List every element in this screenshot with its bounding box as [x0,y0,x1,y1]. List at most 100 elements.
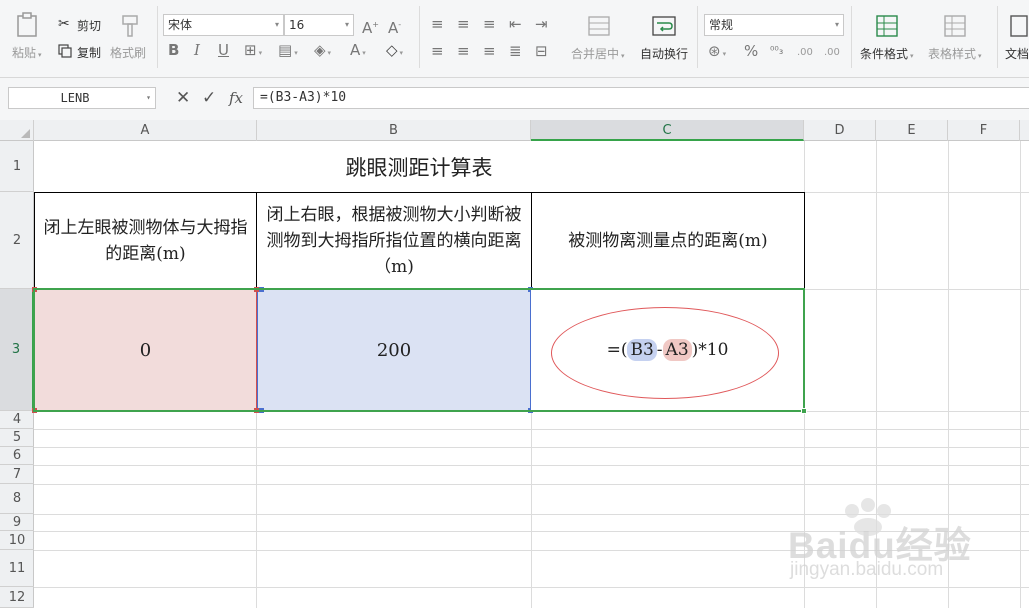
ref-handle[interactable] [32,287,37,292]
cancel-icon[interactable]: ✕ [176,87,190,109]
cell-b3[interactable]: 200 [257,289,531,411]
gridline [948,141,949,608]
fill-pattern-icon[interactable]: ▤ ▾ [278,42,298,61]
insert-function-button[interactable]: fx [229,87,243,109]
table-style-button[interactable]: 表格样式 ▾ [928,45,982,62]
cell-c2-header[interactable]: 被测物离测量点的距离(m) [531,192,805,289]
name-box[interactable]: LENB ▾ [8,87,156,109]
font-name-select[interactable]: 宋体 ▾ [163,14,284,36]
cell-a1-title[interactable]: 跳眼测距计算表 [34,141,804,192]
divider [997,6,998,68]
paste-button[interactable]: 粘贴 ▾ [12,44,42,61]
row-header-8[interactable]: 8 [0,484,34,514]
italic-icon[interactable]: I [194,42,200,58]
border-icon[interactable]: ⊞ ▾ [244,42,262,61]
cell-a3[interactable]: 0 [34,289,257,411]
confirm-icon[interactable]: ✓ [202,87,216,109]
merge-center-icon [588,16,610,36]
ref-handle[interactable] [259,408,264,413]
column-headers: A B C D E F [0,120,1029,141]
watermark-url: jingyan.baidu.com [790,559,944,580]
document-icon [1010,15,1028,37]
font-size-select[interactable]: 16 ▾ [284,14,354,36]
watermark-brand: Baidu经验 [788,525,972,566]
increase-indent-icon[interactable]: ⇥ [535,16,548,32]
format-painter-button[interactable]: 格式刷 [110,44,146,61]
align-right-icon[interactable]: ≡ [483,43,496,59]
bold-icon[interactable]: B [168,42,179,58]
justify-icon[interactable]: ≣ [509,43,522,59]
fill-color-icon[interactable]: ◈ ▾ [314,42,331,61]
row-header-10[interactable]: 10 [0,531,34,550]
decrease-decimal-button[interactable]: .00 [824,47,840,58]
merge-center-button[interactable]: 合并居中 ▾ [571,45,625,62]
formula-suffix: )*10 [691,340,729,360]
select-all-corner[interactable] [0,120,34,141]
row-header-7[interactable]: 7 [0,465,34,484]
align-top-icon[interactable]: ≡ [431,16,444,32]
cell-c3-editing[interactable]: =( B3 - A3 )*10 [531,289,804,411]
row-header-5[interactable]: 5 [0,429,34,447]
clear-format-icon[interactable]: ◇ ▾ [386,42,403,61]
row-header-11[interactable]: 11 [0,550,34,587]
gridline [34,484,1029,485]
row-header-2[interactable]: 2 [0,192,34,289]
align-center-icon[interactable]: ≡ [457,43,470,59]
scissors-icon: ✂ [58,16,70,32]
divider [157,6,158,68]
baidu-watermark: Baidu经验 jingyan.baidu.com [788,497,988,592]
cut-button[interactable]: 剪切 [77,17,101,34]
number-format-select[interactable]: 常规 ▾ [704,14,844,36]
gridline [34,550,1029,551]
decrease-indent-icon[interactable]: ⇤ [509,16,522,32]
column-header-c[interactable]: C [531,120,804,141]
increase-font-size-icon[interactable]: A+ [362,17,379,36]
formula-prefix: =( [606,340,628,360]
percent-icon[interactable]: % [744,43,758,59]
thousands-separator-icon[interactable]: ⁰⁰₃ [770,43,783,59]
fill-handle[interactable] [801,408,807,414]
document-button[interactable]: 文档 [1005,45,1029,62]
align-middle-icon[interactable]: ≡ [457,16,470,32]
align-bottom-icon[interactable]: ≡ [483,16,496,32]
column-header-a[interactable]: A [34,120,257,141]
column-header-b[interactable]: B [257,120,531,141]
divider [851,6,852,68]
decrease-font-size-icon[interactable]: A- [388,17,401,36]
ref-handle[interactable] [32,408,37,413]
formula-operator: - [656,340,663,360]
column-header-f[interactable]: F [948,120,1020,141]
row-header-9[interactable]: 9 [0,514,34,531]
underline-icon[interactable]: U [218,42,229,58]
formula-input[interactable]: =(B3-A3)*10 [253,87,1029,109]
cell-a2-header[interactable]: 闭上左眼被测物体与大拇指的距离(m) [34,192,257,289]
row-header-3[interactable]: 3 [0,289,34,411]
wrap-text-button[interactable]: 自动换行 [640,45,688,62]
row-headers: 1 2 3 4 5 6 7 8 9 10 11 12 [0,141,34,608]
increase-decimal-button[interactable]: .00 [797,47,813,58]
ref-handle[interactable] [259,287,264,292]
currency-icon[interactable]: ⊛ ▾ [708,43,726,62]
gridline [34,429,1029,430]
formula-ref-b3: B3 [627,339,657,361]
gridline [34,447,1029,448]
column-header-e[interactable]: E [876,120,948,141]
row-header-6[interactable]: 6 [0,447,34,465]
wrap-text-icon [652,16,676,36]
format-painter-icon [120,14,140,38]
gridline [34,465,1029,466]
divider [697,6,698,68]
row-header-4[interactable]: 4 [0,411,34,429]
distributed-align-icon[interactable]: ⊟ [535,43,548,59]
cell-b2-header[interactable]: 闭上右眼，根据被测物大小判断被测物到大拇指所指位置的横向距离（m) [256,192,532,289]
align-left-icon[interactable]: ≡ [431,43,444,59]
paste-icon[interactable] [16,12,38,38]
column-header-d[interactable]: D [804,120,876,141]
font-color-icon[interactable]: A ▾ [350,42,366,61]
copy-button[interactable]: 复制 [77,44,101,61]
row-header-1[interactable]: 1 [0,141,34,192]
gridline [34,514,1029,515]
row-header-12[interactable]: 12 [0,587,34,608]
divider [419,6,420,68]
conditional-format-button[interactable]: 条件格式 ▾ [860,45,914,62]
